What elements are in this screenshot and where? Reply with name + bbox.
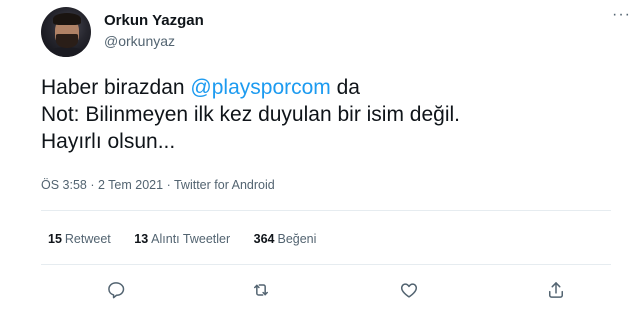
quotes-label: Alıntı Tweetler <box>151 232 231 246</box>
tweet-time[interactable]: ÖS 3:58 <box>41 178 87 192</box>
tweet-line-2: Not: Bilinmeyen ilk kez duyulan bir isim… <box>41 103 461 126</box>
retweet-button[interactable] <box>250 279 272 301</box>
likes-count: 364 <box>253 232 275 246</box>
tweet-meta: ÖS 3:58 · 2 Tem 2021 · Twitter for Andro… <box>41 178 275 192</box>
meta-separator: · <box>86 178 98 192</box>
avatar-hair <box>53 13 81 25</box>
divider <box>41 264 611 265</box>
meta-separator: · <box>163 178 174 192</box>
tweet-stats: 15 Retweet 13 Alıntı Tweetler 364 Beğeni <box>48 232 336 246</box>
reply-button[interactable] <box>105 279 127 301</box>
mention-link[interactable]: @playsporcom <box>190 76 330 99</box>
avatar-beard <box>56 34 78 48</box>
heart-icon <box>400 283 418 298</box>
tweet-line-1: Haber birazdan @playsporcom da <box>41 74 460 101</box>
more-options-icon[interactable]: ··· <box>612 6 631 24</box>
quotes-count: 13 <box>134 232 149 246</box>
tweet-text: Haber birazdan @playsporcom da Not: Bili… <box>41 74 460 155</box>
divider <box>41 210 611 211</box>
share-button[interactable] <box>545 279 567 301</box>
share-icon <box>549 282 563 298</box>
retweet-icon <box>254 284 268 296</box>
tweet-line-3: Hayırlı olsun... <box>41 130 176 153</box>
tweet-text-suffix: da <box>330 76 360 99</box>
avatar[interactable] <box>41 7 91 57</box>
author-name[interactable]: Orkun Yazgan <box>104 12 204 29</box>
quotes-stat[interactable]: 13 Alıntı Tweetler <box>134 232 230 246</box>
likes-label: Beğeni <box>277 232 317 246</box>
tweet-date[interactable]: 2 Tem 2021 <box>98 178 163 192</box>
tweet-text-prefix: Haber birazdan <box>41 76 191 99</box>
author-handle[interactable]: @orkunyaz <box>104 33 175 49</box>
retweets-stat[interactable]: 15 Retweet <box>48 232 111 246</box>
likes-stat[interactable]: 364 Beğeni <box>254 232 317 246</box>
tweet-source[interactable]: Twitter for Android <box>174 178 275 192</box>
avatar-shoulders <box>43 47 89 57</box>
reply-icon <box>108 282 125 299</box>
retweets-count: 15 <box>48 232 62 246</box>
retweets-label: Retweet <box>64 232 111 246</box>
like-button[interactable] <box>398 279 420 301</box>
